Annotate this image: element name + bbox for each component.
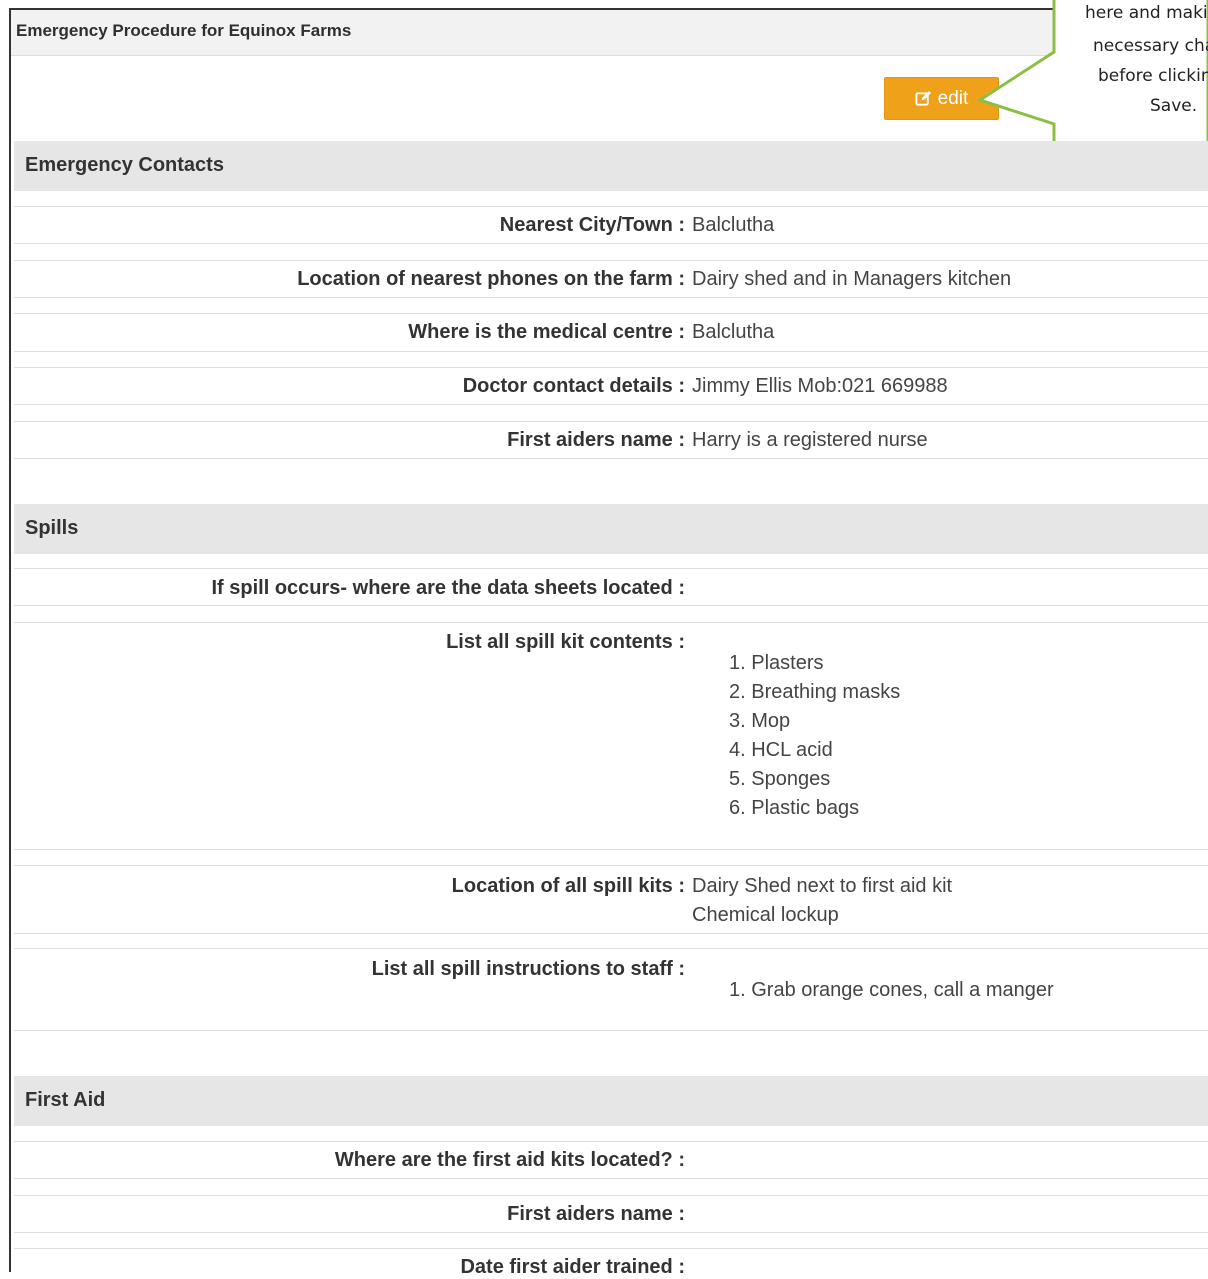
row-divider xyxy=(14,1141,1208,1142)
spill-kit-contents-list: 1. Plasters 2. Breathing masks 3. Mop 4.… xyxy=(729,649,900,823)
field-label-nearest-phones: Location of nearest phones on the farm : xyxy=(297,268,685,290)
field-label-nearest-town: Nearest City/Town : xyxy=(499,214,685,236)
field-value-nearest-phones: Dairy shed and in Managers kitchen xyxy=(692,268,1012,290)
section-first-aid: First Aid xyxy=(14,1076,1208,1126)
section-title: First Aid xyxy=(25,1089,106,1111)
row-divider xyxy=(14,948,1208,949)
field-label-first-aiders-name: First aiders name : xyxy=(507,1203,685,1225)
row-divider xyxy=(14,1248,1208,1249)
spill-instructions-list: 1. Grab orange cones, call a manger xyxy=(729,976,1054,1005)
callout-line-3: before clickin xyxy=(1098,66,1208,86)
field-value-doctor-contact: Jimmy Ellis Mob:021 669988 xyxy=(692,375,948,397)
row-divider xyxy=(14,849,1208,850)
field-label-spill-instructions: List all spill instructions to staff : xyxy=(371,958,685,980)
row-divider xyxy=(14,260,1208,261)
row-divider xyxy=(14,367,1208,368)
section-title: Spills xyxy=(25,517,79,539)
panel-title: Emergency Procedure for Equinox Farms xyxy=(16,21,352,40)
field-label-data-sheets: If spill occurs- where are the data shee… xyxy=(211,577,686,599)
callout-line-1: here and maki xyxy=(1085,3,1208,23)
row-divider xyxy=(14,605,1208,606)
section-emergency-contacts: Emergency Contacts xyxy=(14,141,1208,191)
list-item: 4. HCL acid xyxy=(729,739,833,761)
row-divider xyxy=(14,351,1208,352)
field-label-first-aider: First aiders name : xyxy=(507,429,685,451)
field-label-spill-kit-locations: Location of all spill kits : xyxy=(451,875,685,897)
field-value-medical-centre: Balclutha xyxy=(692,321,775,343)
row-divider xyxy=(14,933,1208,934)
list-item: 6. Plastic bags xyxy=(729,797,860,819)
row-divider xyxy=(14,404,1208,405)
field-label-date-trained: Date first aider trained : xyxy=(460,1256,685,1278)
row-divider xyxy=(14,243,1208,244)
list-item: 1. Grab orange cones, call a manger xyxy=(729,979,1054,1001)
field-label-medical-centre: Where is the medical centre : xyxy=(408,321,685,343)
row-divider xyxy=(14,297,1208,298)
field-label-doctor-contact: Doctor contact details : xyxy=(462,375,685,397)
list-item: 3. Mop xyxy=(729,710,791,732)
callout-line-2: necessary cha xyxy=(1093,36,1208,56)
section-spills: Spills xyxy=(14,504,1208,554)
edit-icon xyxy=(915,90,931,106)
row-divider xyxy=(14,1195,1208,1196)
field-label-first-aid-kits: Where are the first aid kits located? : xyxy=(334,1149,685,1171)
field-label-spill-kit-contents: List all spill kit contents : xyxy=(446,631,685,653)
row-divider xyxy=(14,1030,1208,1031)
row-divider xyxy=(14,1232,1208,1233)
row-divider xyxy=(14,313,1208,314)
edit-label: edit xyxy=(937,87,969,109)
row-divider xyxy=(14,1178,1208,1179)
list-item: 5. Sponges xyxy=(729,768,831,790)
help-callout: here and maki necessary cha before click… xyxy=(975,0,1208,160)
row-divider xyxy=(14,421,1208,422)
field-value-first-aider: Harry is a registered nurse xyxy=(692,429,928,451)
field-value-spill-kit-location-1: Dairy Shed next to first aid kit xyxy=(692,875,953,897)
row-divider xyxy=(14,568,1208,569)
list-item: 1. Plasters xyxy=(729,652,824,674)
row-divider xyxy=(14,622,1208,623)
list-item: 2. Breathing masks xyxy=(729,681,901,703)
field-value-nearest-town: Balclutha xyxy=(692,214,775,236)
row-divider xyxy=(14,458,1208,459)
section-title: Emergency Contacts xyxy=(25,154,224,176)
row-divider xyxy=(14,865,1208,866)
field-value-spill-kit-location-2: Chemical lockup xyxy=(692,904,839,926)
row-divider xyxy=(14,206,1208,207)
callout-line-4: Save. xyxy=(1150,96,1198,116)
